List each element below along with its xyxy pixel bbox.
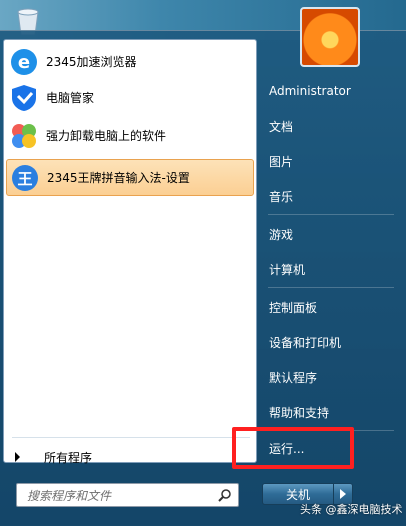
menu-item-label: 文档	[269, 119, 294, 134]
start-menu: e 2345加速浏览器 电脑管家 强力卸载电脑上的软件 王 2345王牌拼音输入…	[0, 7, 406, 526]
menu-item-label: 图片	[269, 154, 294, 169]
menu-item-music[interactable]: 音乐	[262, 181, 398, 211]
svg-text:e: e	[18, 52, 30, 73]
program-label: 2345加速浏览器	[46, 55, 137, 69]
menu-item-label: 设备和打印机	[269, 335, 342, 350]
svg-text:王: 王	[17, 170, 32, 188]
menu-item-administrator[interactable]: Administrator	[262, 76, 398, 106]
menu-item-label: 默认程序	[269, 370, 318, 385]
menu-item-default-programs[interactable]: 默认程序	[262, 362, 398, 392]
menu-item-label: 游戏	[269, 227, 294, 242]
program-item-2345-ime-settings[interactable]: 王 2345王牌拼音输入法-设置	[6, 159, 254, 196]
shield-icon	[12, 84, 36, 111]
menu-item-games[interactable]: 游戏	[262, 219, 398, 249]
shutdown-label: 关机	[285, 487, 310, 502]
search-placeholder: 搜索程序和文件	[27, 488, 112, 503]
program-label: 电脑管家	[46, 91, 95, 105]
menu-item-documents[interactable]: 文档	[262, 111, 398, 141]
run-highlight-box	[232, 427, 354, 469]
user-avatar[interactable]	[300, 7, 360, 67]
menu-item-label: 音乐	[269, 189, 294, 204]
program-item-2345-browser[interactable]: e 2345加速浏览器	[6, 44, 252, 79]
program-label: 强力卸载电脑上的软件	[46, 129, 167, 143]
program-item-uninstaller[interactable]: 强力卸载电脑上的软件	[6, 118, 252, 153]
menu-item-label: 控制面板	[269, 300, 318, 315]
menu-item-control-panel[interactable]: 控制面板	[262, 292, 398, 322]
menu-item-label: 计算机	[269, 262, 306, 277]
menu-item-label: Administrator	[269, 84, 351, 98]
arrow-right-icon	[15, 452, 20, 462]
menu-item-devices-printers[interactable]: 设备和打印机	[262, 327, 398, 357]
ime-wang-icon: 王	[12, 164, 38, 191]
program-label: 2345王牌拼音输入法-设置	[47, 171, 190, 185]
menu-item-label: 帮助和支持	[269, 405, 330, 420]
divider	[12, 437, 250, 438]
program-item-pc-manager[interactable]: 电脑管家	[6, 80, 252, 115]
divider	[268, 287, 394, 288]
search-input[interactable]: 搜索程序和文件	[16, 483, 239, 507]
programs-panel: e 2345加速浏览器 电脑管家 强力卸载电脑上的软件 王 2345王牌拼音输入…	[3, 39, 257, 463]
pinwheel-icon	[12, 123, 36, 148]
arrow-right-icon	[340, 489, 346, 499]
all-programs[interactable]: 所有程序	[3, 445, 255, 469]
all-programs-label: 所有程序	[44, 450, 93, 465]
watermark: 头条 @鑫深电脑技术	[300, 503, 403, 516]
menu-item-pictures[interactable]: 图片	[262, 146, 398, 176]
menu-item-computer[interactable]: 计算机	[262, 254, 398, 284]
divider	[268, 214, 394, 215]
search-icon	[218, 489, 231, 502]
browser-e-icon: e	[11, 48, 37, 75]
menu-item-help-support[interactable]: 帮助和支持	[262, 397, 398, 427]
